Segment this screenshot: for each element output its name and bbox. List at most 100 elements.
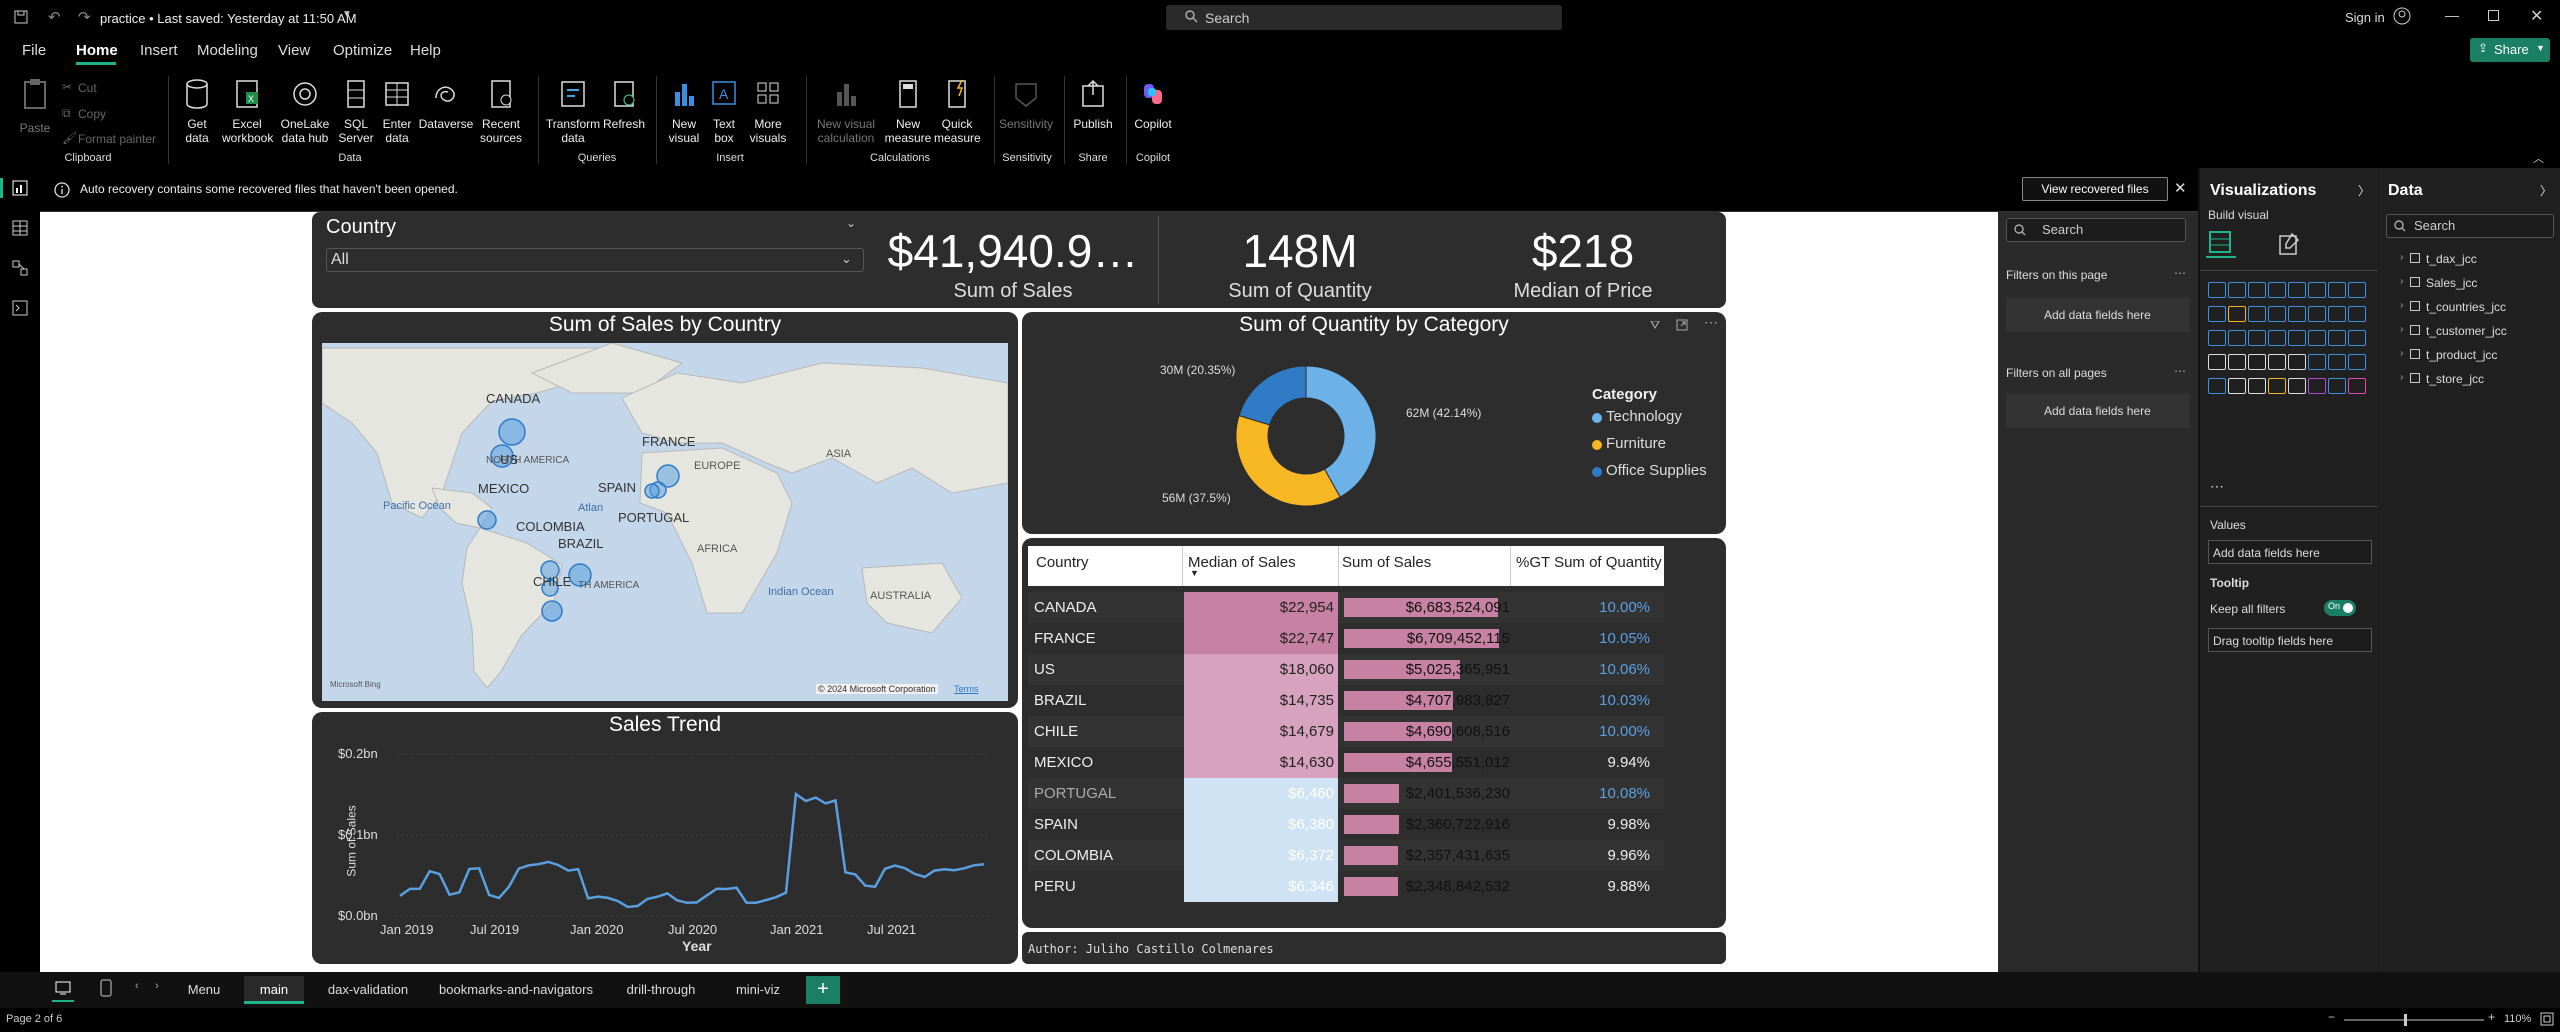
sign-in-link[interactable]: Sign in: [2345, 10, 2385, 25]
copy-button[interactable]: Copy: [78, 107, 106, 121]
close-icon[interactable]: ✕: [2530, 6, 2543, 26]
visual-type-shape-map-icon[interactable]: [2308, 330, 2326, 346]
view-recovered-files-button[interactable]: View recovered files: [2022, 177, 2168, 201]
col-header-median-sales[interactable]: Median of Sales: [1188, 554, 1296, 571]
chevron-down-icon[interactable]: ▼: [342, 9, 352, 20]
visual-type-map-icon[interactable]: [2248, 330, 2266, 346]
more-options-icon[interactable]: ⋯: [2174, 266, 2186, 280]
visual-type-slicer-icon[interactable]: [2248, 354, 2266, 370]
visual-type-treemap-icon[interactable]: [2228, 330, 2246, 346]
visual-type-stacked-bar-icon[interactable]: [2208, 282, 2226, 298]
build-visual-tab[interactable]: [2206, 228, 2236, 258]
country-slicer-dropdown[interactable]: All ⌄: [326, 248, 864, 272]
new-visual-button[interactable]: New visual: [662, 78, 706, 145]
mobile-layout-icon[interactable]: [100, 979, 112, 997]
close-notification-icon[interactable]: ✕: [2174, 179, 2187, 197]
menu-file[interactable]: File: [22, 42, 46, 59]
collapse-pane-icon[interactable]: 〉: [2540, 182, 2552, 199]
add-page-button[interactable]: +: [806, 976, 840, 1004]
visual-type-qna-icon[interactable]: [2228, 378, 2246, 394]
table-row[interactable]: FRANCE $22,747 $6,709,452,115 10.05%: [1028, 623, 1664, 654]
visual-type-100-column-icon[interactable]: [2308, 282, 2326, 298]
save-icon[interactable]: [14, 10, 28, 24]
visual-type-line-column-icon[interactable]: [2228, 306, 2246, 322]
page-tab-dax-validation[interactable]: dax-validation: [316, 976, 420, 1004]
menu-insert[interactable]: Insert: [140, 42, 178, 59]
menu-optimize[interactable]: Optimize: [333, 42, 392, 59]
table-row[interactable]: CHILE $14,679 $4,690,608,516 10.00%: [1028, 716, 1664, 747]
visual-type-paginated-icon[interactable]: [2268, 378, 2286, 394]
page-tab-drill-through[interactable]: drill-through: [614, 976, 708, 1004]
visual-type-narrative-icon[interactable]: [2248, 378, 2266, 394]
visual-type-power-automate-icon[interactable]: [2328, 378, 2346, 394]
visual-type-ribbon-icon[interactable]: [2268, 306, 2286, 322]
visual-type-100-bar-icon[interactable]: [2288, 282, 2306, 298]
table-row[interactable]: BRAZIL $14,735 $4,707,983,827 10.03%: [1028, 685, 1664, 716]
page-tab-main[interactable]: main: [244, 976, 304, 1004]
visual-type-kpi-icon[interactable]: [2228, 354, 2246, 370]
filters-search-input[interactable]: [2006, 218, 2186, 242]
visual-type-line-icon[interactable]: [2328, 282, 2346, 298]
visual-type-python-icon[interactable]: [2328, 354, 2346, 370]
visual-type-filled-map-icon[interactable]: [2268, 330, 2286, 346]
table-view-icon[interactable]: [12, 220, 28, 236]
visual-type-stacked-area-icon[interactable]: [2208, 306, 2226, 322]
menu-modeling[interactable]: Modeling: [197, 42, 258, 59]
visual-type-pie-icon[interactable]: [2348, 306, 2366, 322]
report-view-icon[interactable]: [12, 180, 28, 196]
visual-type-clustered-bar-icon[interactable]: [2248, 282, 2266, 298]
menu-help[interactable]: Help: [410, 42, 441, 59]
tooltip-dropzone[interactable]: Drag tooltip fields here: [2208, 628, 2372, 652]
visual-type-waterfall-icon[interactable]: [2288, 306, 2306, 322]
donut-slice-office-supplies[interactable]: [1238, 365, 1307, 426]
visual-type-donut-icon[interactable]: [2208, 330, 2226, 346]
redo-icon[interactable]: ↷: [78, 8, 91, 26]
model-view-icon[interactable]: [12, 260, 28, 276]
cut-button[interactable]: Cut: [78, 81, 97, 95]
table-row[interactable]: SPAIN $6,380 $2,360,722,916 9.98%: [1028, 809, 1664, 840]
sql-server-button[interactable]: SQL Server: [336, 78, 376, 145]
maximize-icon[interactable]: [2488, 10, 2499, 21]
page-tab-Menu[interactable]: Menu: [174, 976, 234, 1004]
filter-icon[interactable]: ⛛: [1650, 318, 1660, 333]
text-box-button[interactable]: A Text box: [706, 78, 742, 145]
fit-to-page-icon[interactable]: [2540, 1012, 2554, 1026]
focus-mode-icon[interactable]: [1676, 319, 1688, 331]
format-painter-button[interactable]: Format painter: [78, 132, 156, 146]
visual-type-scatter-icon[interactable]: [2328, 306, 2346, 322]
data-search-input[interactable]: [2386, 214, 2554, 238]
visual-type-decomposition-icon[interactable]: [2208, 378, 2226, 394]
table-row[interactable]: COLOMBIA $6,372 $2,357,431,635 9.96%: [1028, 840, 1664, 871]
quick-measure-button[interactable]: Quick measure: [934, 78, 981, 145]
page-tab-bookmarks-and-navigators[interactable]: bookmarks-and-navigators: [432, 976, 600, 1004]
trend-plot[interactable]: [396, 752, 988, 920]
visual-type-r-visual-icon[interactable]: [2308, 354, 2326, 370]
filters-all-pages-dropzone[interactable]: Add data fields here: [2006, 394, 2190, 428]
recent-sources-button[interactable]: Recent sources: [476, 78, 526, 145]
menu-view[interactable]: View: [278, 42, 310, 59]
table-row[interactable]: PERU $6,346 $2,348,842,532 9.88%: [1028, 871, 1664, 902]
map-terms-link[interactable]: Terms: [954, 684, 979, 694]
table-row[interactable]: PORTUGAL $6,460 $2,401,536,230 10.08%: [1028, 778, 1664, 809]
more-options-icon[interactable]: ⋯: [2174, 364, 2186, 378]
visual-type-key-influencers-icon[interactable]: [2348, 354, 2366, 370]
visual-type-power-apps-icon[interactable]: [2308, 378, 2326, 394]
zoom-out-icon[interactable]: −: [2328, 1010, 2335, 1024]
visual-type-card-icon[interactable]: [2348, 330, 2366, 346]
col-header-pct-quantity[interactable]: %GT Sum of Quantity: [1516, 554, 1662, 571]
get-data-button[interactable]: Get data: [176, 78, 218, 145]
filters-on-page-dropzone[interactable]: Add data fields here: [2006, 298, 2190, 332]
enter-data-button[interactable]: Enter data: [378, 78, 416, 145]
undo-icon[interactable]: ↶: [48, 8, 61, 26]
visual-type-table-icon[interactable]: [2268, 354, 2286, 370]
onelake-button[interactable]: OneLake data hub: [278, 78, 332, 145]
dataverse-button[interactable]: Dataverse: [418, 78, 474, 131]
publish-button[interactable]: Publish: [1068, 78, 1118, 131]
visual-type-stacked-column-icon[interactable]: [2228, 282, 2246, 298]
excel-workbook-button[interactable]: X Excel workbook: [222, 78, 273, 145]
next-page-icon[interactable]: ›: [155, 980, 159, 992]
visual-type-area-icon[interactable]: [2348, 282, 2366, 298]
format-visual-icon[interactable]: [2276, 230, 2304, 258]
zoom-slider[interactable]: [2344, 1019, 2484, 1021]
more-visuals-icon[interactable]: ⋯: [2210, 478, 2224, 495]
